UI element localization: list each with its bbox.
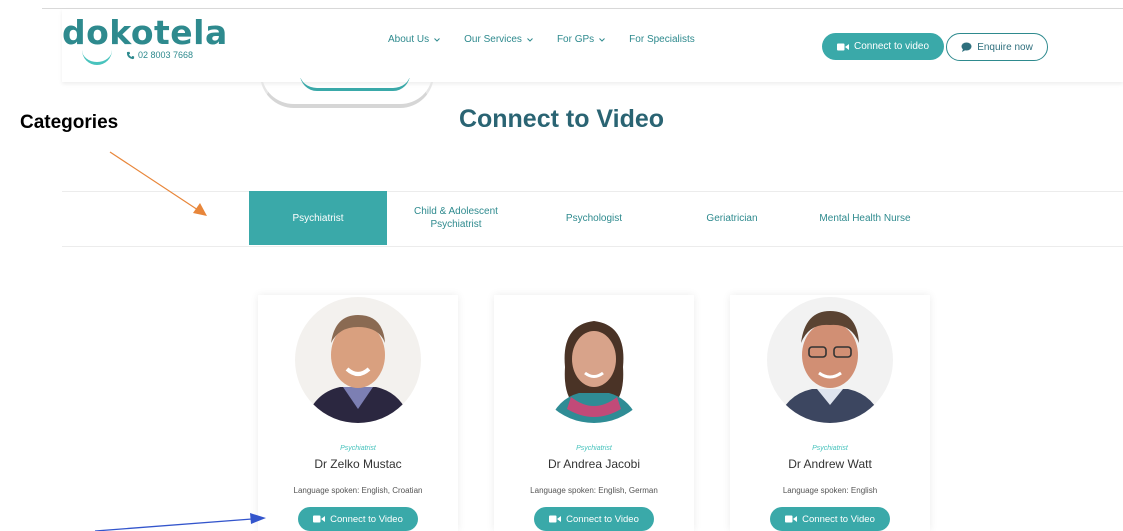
video-camera-icon — [549, 515, 562, 523]
avatar — [767, 297, 893, 423]
nav-about-us[interactable]: About Us — [388, 34, 440, 45]
nav-label: About Us — [388, 34, 430, 45]
tab-psychiatrist[interactable]: Psychiatrist — [249, 191, 387, 245]
phone-text: 02 8003 7668 — [138, 50, 194, 60]
chevron-down-icon — [599, 37, 606, 42]
tab-mental-health-nurse[interactable]: Mental Health Nurse — [800, 191, 930, 245]
enquire-now-button[interactable]: Enquire now — [946, 33, 1048, 61]
nav-label: Our Services — [464, 34, 522, 45]
header-connect-video-button[interactable]: Connect to video — [822, 33, 944, 60]
button-label: Connect to Video — [330, 513, 403, 525]
nav-label: For GPs — [556, 34, 595, 45]
connect-video-button[interactable]: Connect to Video — [298, 507, 418, 531]
doctor-card: Psychiatrist Dr Andrea Jacobi Language s… — [494, 295, 694, 531]
doctor-role: Psychiatrist — [812, 445, 848, 452]
chat-bubble-icon — [961, 42, 972, 52]
button-label: Enquire now — [977, 41, 1033, 53]
annotation-arrow-blue — [94, 518, 253, 531]
doctor-language: Language spoken: English, Croatian — [293, 486, 423, 495]
button-label: Connect to Video — [566, 513, 639, 525]
tab-child-adolescent-psychiatrist[interactable]: Child & Adolescent Psychiatrist — [392, 191, 520, 245]
main-nav: About Us Our Services For GPs For Specia… — [388, 34, 695, 45]
tab-psychologist[interactable]: Psychologist — [530, 191, 658, 245]
doctor-card: Psychiatrist Dr Zelko Mustac Language sp… — [258, 295, 458, 531]
avatar — [531, 297, 657, 423]
video-camera-icon — [313, 515, 326, 523]
nav-for-specialists[interactable]: For Specialists — [629, 34, 695, 45]
doctor-card: Psychiatrist Dr Andrew Watt Language spo… — [730, 295, 930, 531]
doctor-role: Psychiatrist — [340, 445, 376, 452]
nav-our-services[interactable]: Our Services — [464, 34, 533, 45]
phone-number[interactable]: 02 8003 7668 — [126, 50, 193, 60]
logo[interactable]: dokotela — [62, 13, 228, 52]
doctor-language: Language spoken: English — [782, 486, 878, 495]
connect-video-button[interactable]: Connect to Video — [770, 507, 890, 531]
button-label: Connect to video — [853, 41, 930, 52]
doctor-language: Language spoken: English, German — [530, 486, 658, 495]
connect-video-button[interactable]: Connect to Video — [534, 507, 654, 531]
doctor-role: Psychiatrist — [576, 445, 612, 452]
button-label: Connect to Video — [802, 513, 875, 525]
video-camera-icon — [836, 43, 849, 50]
tab-geriatrician[interactable]: Geriatrician — [668, 191, 796, 245]
nav-for-gps[interactable]: For GPs — [556, 34, 606, 45]
video-camera-icon — [785, 515, 798, 523]
nav-label: For Specialists — [629, 34, 695, 45]
doctor-name: Dr Andrea Jacobi — [547, 457, 641, 471]
avatar — [295, 297, 421, 423]
page-title: Connect to Video — [458, 105, 665, 133]
chevron-down-icon — [434, 37, 440, 42]
doctor-name: Dr Zelko Mustac — [314, 457, 402, 471]
phone-icon — [126, 51, 135, 59]
doctor-name: Dr Andrew Watt — [788, 457, 872, 471]
chevron-down-icon — [527, 37, 533, 42]
